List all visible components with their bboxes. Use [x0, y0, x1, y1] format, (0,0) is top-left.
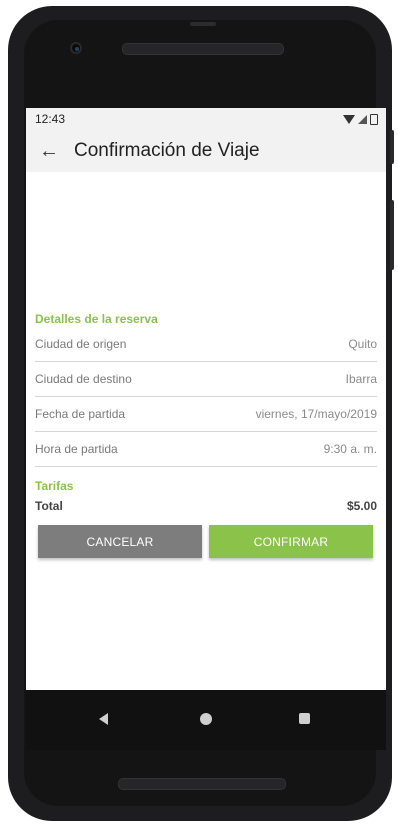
power-button — [390, 130, 394, 164]
detail-value: 9:30 a. m. — [323, 442, 377, 456]
volume-button — [390, 200, 394, 270]
earpiece-speaker — [122, 43, 284, 55]
detail-value: viernes, 17/mayo/2019 — [255, 407, 377, 421]
fare-total-row: Total $5.00 — [35, 499, 377, 513]
nav-home-icon[interactable] — [200, 713, 212, 725]
detail-label: Fecha de partida — [35, 407, 126, 421]
detail-row-origin: Ciudad de origen Quito — [35, 327, 377, 362]
battery-icon — [370, 113, 378, 125]
app-bar: ← Confirmación de Viaje — [26, 130, 386, 172]
proximity-sensor — [190, 22, 216, 26]
fares-heading: Tarifas — [35, 479, 74, 493]
wifi-icon — [343, 114, 355, 124]
bottom-speaker — [118, 778, 286, 790]
signal-icon — [358, 114, 367, 124]
status-time: 12:43 — [35, 112, 66, 126]
booking-details-heading: Detalles de la reserva — [35, 312, 158, 326]
page-title: Confirmación de Viaje — [74, 140, 260, 161]
status-bar: 12:43 — [26, 108, 386, 130]
back-arrow-icon[interactable]: ← — [26, 140, 72, 163]
total-value: $5.00 — [346, 499, 377, 513]
total-label: Total — [35, 499, 63, 513]
front-camera — [70, 42, 82, 54]
detail-row-departure-date: Fecha de partida viernes, 17/mayo/2019 — [35, 397, 377, 432]
status-icons — [343, 113, 378, 125]
confirm-button[interactable]: CONFIRMAR — [209, 525, 373, 558]
cancel-button[interactable]: CANCELAR — [38, 525, 202, 558]
detail-row-departure-time: Hora de partida 9:30 a. m. — [35, 432, 377, 467]
detail-row-destination: Ciudad de destino Ibarra — [35, 362, 377, 397]
nav-back-icon[interactable] — [99, 713, 108, 725]
nav-recents-icon[interactable] — [299, 713, 310, 724]
detail-label: Ciudad de destino — [35, 372, 132, 386]
app-screen: 12:43 ← Confirmación de Viaje Detalles d… — [26, 108, 386, 750]
system-nav-bar — [26, 690, 386, 750]
trip-confirmation-content: Detalles de la reserva Ciudad de origen … — [26, 172, 386, 750]
detail-value: Quito — [348, 337, 377, 351]
detail-value: Ibarra — [345, 372, 377, 386]
detail-label: Ciudad de origen — [35, 337, 127, 351]
detail-label: Hora de partida — [35, 442, 118, 456]
